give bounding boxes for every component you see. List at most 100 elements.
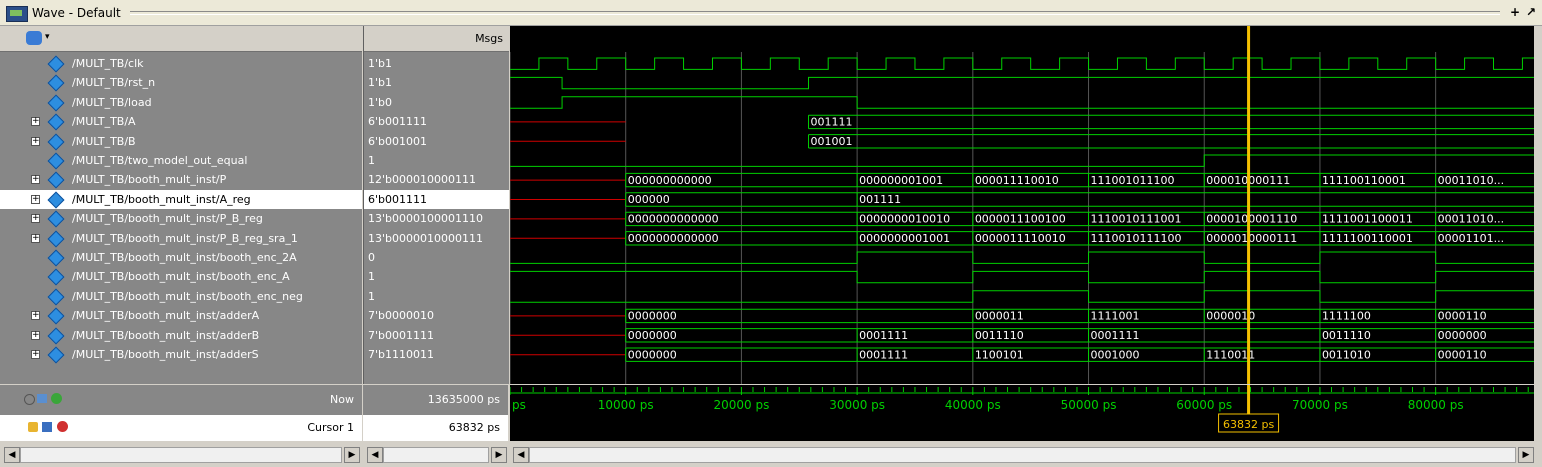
timeline-svg[interactable]: ps 10000 ps 20000 ps 30000 ps 40000 ps 50000 … [510,385,1534,441]
signal-value-row[interactable]: 1'b1 [364,54,509,73]
bus-value-label: 0000000 [628,329,677,342]
wave-window-icon [6,6,28,22]
bus-value-label: 001111 [811,116,853,129]
value-scroll-left-button[interactable]: ◀ [367,447,383,463]
signal-value-row[interactable]: 7'b0001111 [364,326,509,345]
waveform-svg[interactable]: 001111001001000000000000 000000001001 0000… [510,26,1534,384]
signal-value-row[interactable]: 7'b1110011 [364,345,509,364]
signal-value-row[interactable]: 6'b001001 [364,132,509,151]
expand-icon[interactable]: + [31,330,40,340]
expand-icon[interactable]: + [31,117,40,127]
signal-value: 7'b0001111 [368,328,434,342]
signal-row[interactable]: + /MULT_TB/booth_mult_inst/A_reg [0,189,362,210]
bus-value-label: 0000000000000 [628,232,719,245]
signal-row[interactable]: + /MULT_TB/booth_mult_inst/P [0,170,362,189]
signal-row[interactable]: /MULT_TB/booth_mult_inst/booth_enc_neg [0,287,362,306]
add-cursor-icon[interactable] [51,393,62,404]
cursor-value-pane: 13635000 ps 63832 ps [363,385,508,441]
bus-value-label: 1111001100011 [1322,213,1413,226]
signal-row[interactable]: + /MULT_TB/booth_mult_inst/adderB [0,326,362,345]
waveform-trace [510,57,1534,70]
expand-icon[interactable]: + [31,233,40,243]
signal-row[interactable]: /MULT_TB/clk [0,54,362,73]
signal-value: 0 [368,251,375,264]
ruler-tick-label: 80000 ps [1408,398,1464,412]
msgs-header: Msgs [364,26,509,52]
signal-value-row[interactable]: 1'b0 [364,93,509,112]
vertical-scrollbar[interactable] [1534,26,1542,384]
signal-name: /MULT_TB/B [72,134,136,148]
lock-icon[interactable] [28,422,38,432]
signal-value: 1'b1 [368,76,393,90]
expand-icon[interactable]: + [31,350,40,359]
wave-hscroll-track[interactable] [529,447,1516,463]
signal-row[interactable]: /MULT_TB/booth_mult_inst/booth_enc_A [0,267,362,286]
signal-row[interactable]: /MULT_TB/booth_mult_inst/booth_enc_2A [0,248,362,267]
edit-cursor-icon[interactable] [42,422,52,432]
signal-diamond-icon [47,307,65,325]
titlebar-grip[interactable] [130,11,1500,15]
signal-value-row[interactable]: 1 [364,151,509,170]
signal-row[interactable]: + /MULT_TB/booth_mult_inst/adderS [0,345,362,364]
signal-value-row[interactable]: 12'b000010000111 [364,170,509,189]
signal-value-row[interactable]: 1'b1 [364,73,509,92]
bus-value-label: 00001101... [1438,232,1504,245]
expand-icon[interactable]: + [31,311,40,321]
bus-value-label: 0001111 [1091,329,1140,342]
cursor-row[interactable]: Cursor 1 [0,415,362,441]
signal-value: 12'b000010000111 [368,173,476,187]
signal-value-row[interactable]: 6'b001111 [364,189,509,210]
signal-value-row[interactable]: 1 [364,287,509,306]
undock-icon[interactable]: ↗ [1524,5,1538,19]
chevron-down-icon[interactable]: ▾ [45,32,50,42]
now-value-row: 13635000 ps [363,387,508,413]
waveform-trace [510,76,1534,90]
signal-diamond-icon [47,288,65,306]
wave-scroll-right-button[interactable]: ▶ [1518,447,1534,463]
timeline-ruler[interactable]: ps 10000 ps 20000 ps 30000 ps 40000 ps 50000 … [510,385,1534,441]
signal-row[interactable]: + /MULT_TB/booth_mult_inst/adderA [0,306,362,325]
value-scroll-right-button[interactable]: ▶ [491,447,507,463]
expand-icon[interactable]: + [31,175,40,185]
value-hscroll-track[interactable] [383,447,489,463]
signal-value-row[interactable]: 6'b001111 [364,112,509,131]
signal-name: /MULT_TB/booth_mult_inst/P_B_reg [72,212,263,226]
expand-icon[interactable]: + [31,214,40,224]
bus-value-label: 001001 [811,135,853,148]
delete-cursor-icon[interactable] [57,421,68,432]
expand-icon[interactable]: + [31,194,40,204]
signal-value-row[interactable]: 0 [364,248,509,267]
ruler-tick-label: 20000 ps [713,398,769,412]
add-wave-icon[interactable] [26,31,42,45]
signal-row[interactable]: /MULT_TB/two_model_out_equal [0,151,362,170]
now-icons[interactable] [24,393,64,405]
cursor-value-row[interactable]: 63832 ps [363,415,508,441]
expand-icon[interactable]: + [31,136,40,146]
scroll-left-button[interactable]: ◀ [4,447,20,463]
signal-row[interactable]: + /MULT_TB/booth_mult_inst/P_B_reg_sra_1 [0,229,362,248]
mark-icon[interactable] [37,394,47,403]
wave-scroll-left-button[interactable]: ◀ [513,447,529,463]
signal-value: 13'b0000010000111 [368,231,483,245]
name-hscroll-track[interactable] [20,447,342,463]
zoom-icon[interactable] [24,394,35,405]
waveform-pane[interactable]: 001111 001001 000000000000 000000001001 0000… [510,26,1534,384]
signal-value-row[interactable]: 13'b0000100001110 [364,209,509,228]
signal-value-row[interactable]: 13'b0000010000111 [364,229,509,248]
signal-row[interactable]: + /MULT_TB/A [0,112,362,131]
signal-value: 7'b1110011 [368,348,434,361]
msgs-label: Msgs [475,32,503,45]
signal-row[interactable]: + /MULT_TB/B [0,132,362,151]
signal-row[interactable]: /MULT_TB/rst_n [0,73,362,92]
waveform-trace [510,270,1534,284]
cursor-name-pane: Now Cursor 1 [0,385,362,441]
bus-value-label: 0000000 [628,348,677,361]
scroll-right-button[interactable]: ▶ [344,447,360,463]
dock-plus-icon[interactable]: + [1508,5,1522,19]
signal-row[interactable]: /MULT_TB/load [0,93,362,112]
signal-row[interactable]: + /MULT_TB/booth_mult_inst/P_B_reg [0,209,362,228]
signal-value-row[interactable]: 7'b0000010 [364,306,509,325]
signal-value: 1 [368,270,375,284]
signal-diamond-icon [47,210,65,228]
signal-value-row[interactable]: 1 [364,267,509,286]
